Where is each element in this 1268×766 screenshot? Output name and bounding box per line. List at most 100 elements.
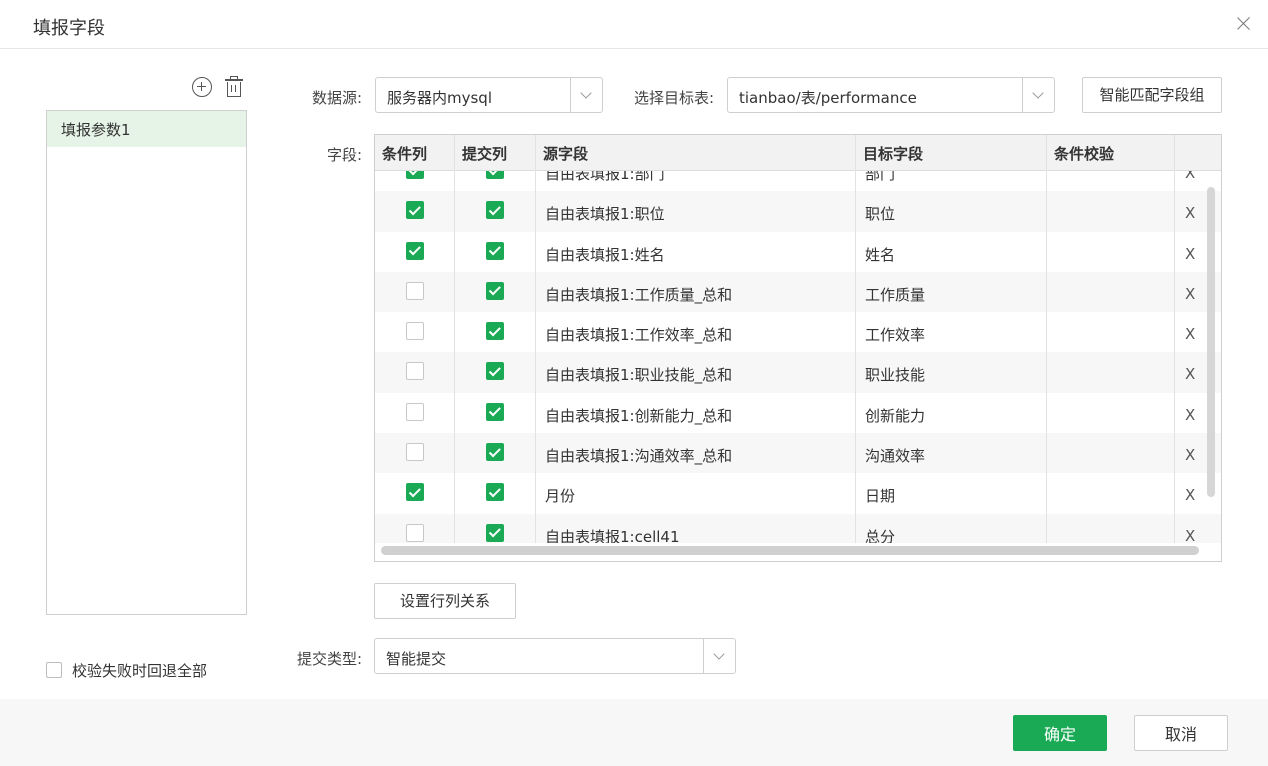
condition-checkbox[interactable] (406, 483, 424, 502)
condition-checkbox[interactable] (406, 281, 424, 300)
delete-row-icon[interactable]: X (1185, 171, 1195, 182)
target-table-select[interactable]: tianbao/表/performance (727, 77, 1055, 113)
plus-circle-icon[interactable] (192, 77, 212, 97)
submit-checkbox[interactable] (486, 201, 504, 220)
ok-button[interactable]: 确定 (1013, 715, 1107, 751)
set-row-col-button[interactable]: 设置行列关系 (374, 583, 516, 619)
table-row[interactable]: 自由表填报1:创新能力_总和 创新能力 X (375, 392, 1221, 434)
cell-target-field[interactable]: 日期 (856, 473, 1047, 514)
condition-checkbox[interactable] (406, 443, 424, 462)
cell-target-field[interactable]: 总分 (856, 513, 1047, 543)
target-field-text: 部门 (865, 171, 896, 183)
cell-condition (375, 191, 455, 232)
cell-condition-check[interactable] (1047, 473, 1175, 514)
target-field-text: 工作效率 (865, 326, 926, 345)
cell-submit (455, 433, 536, 474)
cell-condition (375, 473, 455, 514)
table-row[interactable]: 月份 日期 X (375, 473, 1221, 514)
trash-icon[interactable] (224, 76, 244, 98)
submit-checkbox[interactable] (486, 483, 504, 502)
cell-condition-check[interactable] (1047, 392, 1175, 434)
submit-checkbox[interactable] (486, 362, 504, 381)
cell-condition-check[interactable] (1047, 513, 1175, 543)
cell-target-field[interactable]: 职位 (856, 191, 1047, 232)
cell-target-field[interactable]: 创新能力 (856, 392, 1047, 434)
cell-target-field[interactable]: 部门 (856, 171, 1047, 192)
submit-checkbox[interactable] (486, 402, 504, 421)
delete-row-icon[interactable]: X (1185, 365, 1195, 383)
cell-source-field[interactable]: 自由表填报1:姓名 (536, 231, 856, 272)
param-item-1[interactable]: 填报参数1 (47, 111, 246, 147)
cell-condition-check[interactable] (1047, 171, 1175, 192)
cell-source-field[interactable]: 自由表填报1:部门 (536, 171, 856, 192)
cell-source-field[interactable]: 自由表填报1:沟通效率_总和 (536, 433, 856, 474)
vertical-scrollbar[interactable] (1207, 187, 1215, 497)
table-row[interactable]: 自由表填报1:工作效率_总和 工作效率 X (375, 312, 1221, 353)
chevron-down-icon[interactable] (1022, 78, 1054, 112)
table-row[interactable]: 自由表填报1:沟通效率_总和 沟通效率 X (375, 433, 1221, 474)
cancel-button[interactable]: 取消 (1134, 715, 1228, 751)
cell-source-field[interactable]: 自由表填报1:职业技能_总和 (536, 352, 856, 393)
delete-row-icon[interactable]: X (1185, 527, 1195, 543)
close-icon[interactable] (1233, 13, 1255, 35)
cell-source-field[interactable]: 自由表填报1:职位 (536, 191, 856, 232)
cell-target-field[interactable]: 职业技能 (856, 352, 1047, 393)
delete-row-icon[interactable]: X (1185, 325, 1195, 343)
rollback-checkbox-box[interactable] (46, 662, 62, 678)
submit-type-select[interactable]: 智能提交 (374, 638, 736, 674)
submit-checkbox[interactable] (486, 281, 504, 300)
dialog-title-bar: 填报字段 (0, 0, 1268, 49)
horizontal-scrollbar[interactable] (381, 546, 1199, 555)
cell-target-field[interactable]: 工作质量 (856, 271, 1047, 313)
rollback-all-checkbox[interactable]: 校验失败时回退全部 (46, 660, 207, 680)
condition-checkbox[interactable] (406, 322, 424, 341)
cell-condition-check[interactable] (1047, 191, 1175, 232)
condition-checkbox[interactable] (406, 241, 424, 260)
cell-condition-check[interactable] (1047, 312, 1175, 353)
table-body[interactable]: 自由表填报1:部门 部门 X 自由表填报1:职位 职位 X 自由表填报1:姓名 姓名 X 自由表填… (375, 171, 1221, 543)
cell-delete: X (1175, 514, 1221, 543)
smart-match-button[interactable]: 智能匹配字段组 (1082, 77, 1222, 113)
source-field-text: 自由表填报1:cell41 (545, 527, 680, 543)
table-row[interactable]: 自由表填报1:部门 部门 X (375, 171, 1221, 192)
cell-condition-check[interactable] (1047, 433, 1175, 474)
submit-checkbox[interactable] (486, 523, 504, 542)
chevron-down-icon[interactable] (570, 78, 602, 112)
table-row[interactable]: 自由表填报1:cell41 总分 X (375, 513, 1221, 543)
table-row[interactable]: 自由表填报1:职位 职位 X (375, 191, 1221, 232)
delete-row-icon[interactable]: X (1185, 204, 1195, 222)
submit-checkbox[interactable] (486, 443, 504, 462)
cell-source-field[interactable]: 自由表填报1:工作质量_总和 (536, 271, 856, 313)
column-header-target: 目标字段 (856, 135, 1047, 171)
delete-row-icon[interactable]: X (1185, 406, 1195, 424)
cell-condition-check[interactable] (1047, 352, 1175, 393)
table-row[interactable]: 自由表填报1:工作质量_总和 工作质量 X (375, 271, 1221, 313)
condition-checkbox[interactable] (406, 523, 424, 542)
submit-checkbox[interactable] (486, 322, 504, 341)
submit-checkbox[interactable] (486, 241, 504, 260)
cell-target-field[interactable]: 姓名 (856, 231, 1047, 272)
condition-checkbox[interactable] (406, 362, 424, 381)
cell-condition-check[interactable] (1047, 271, 1175, 313)
cell-source-field[interactable]: 自由表填报1:创新能力_总和 (536, 392, 856, 434)
delete-row-icon[interactable]: X (1185, 245, 1195, 263)
cell-target-field[interactable]: 沟通效率 (856, 433, 1047, 474)
condition-checkbox[interactable] (406, 402, 424, 421)
datasource-select[interactable]: 服务器内mysql (375, 77, 603, 113)
table-row[interactable]: 自由表填报1:姓名 姓名 X (375, 231, 1221, 272)
cell-source-field[interactable]: 自由表填报1:cell41 (536, 513, 856, 543)
condition-checkbox[interactable] (406, 201, 424, 220)
submit-checkbox[interactable] (486, 171, 504, 179)
delete-row-icon[interactable]: X (1185, 486, 1195, 504)
cell-source-field[interactable]: 月份 (536, 473, 856, 514)
target-field-text: 日期 (865, 487, 896, 506)
cell-condition-check[interactable] (1047, 231, 1175, 272)
delete-row-icon[interactable]: X (1185, 446, 1195, 464)
chevron-down-icon[interactable] (703, 639, 735, 673)
table-row[interactable]: 自由表填报1:职业技能_总和 职业技能 X (375, 352, 1221, 393)
cell-source-field[interactable]: 自由表填报1:工作效率_总和 (536, 312, 856, 353)
delete-row-icon[interactable]: X (1185, 285, 1195, 303)
cell-condition (375, 312, 455, 353)
condition-checkbox[interactable] (406, 171, 424, 179)
cell-target-field[interactable]: 工作效率 (856, 312, 1047, 353)
